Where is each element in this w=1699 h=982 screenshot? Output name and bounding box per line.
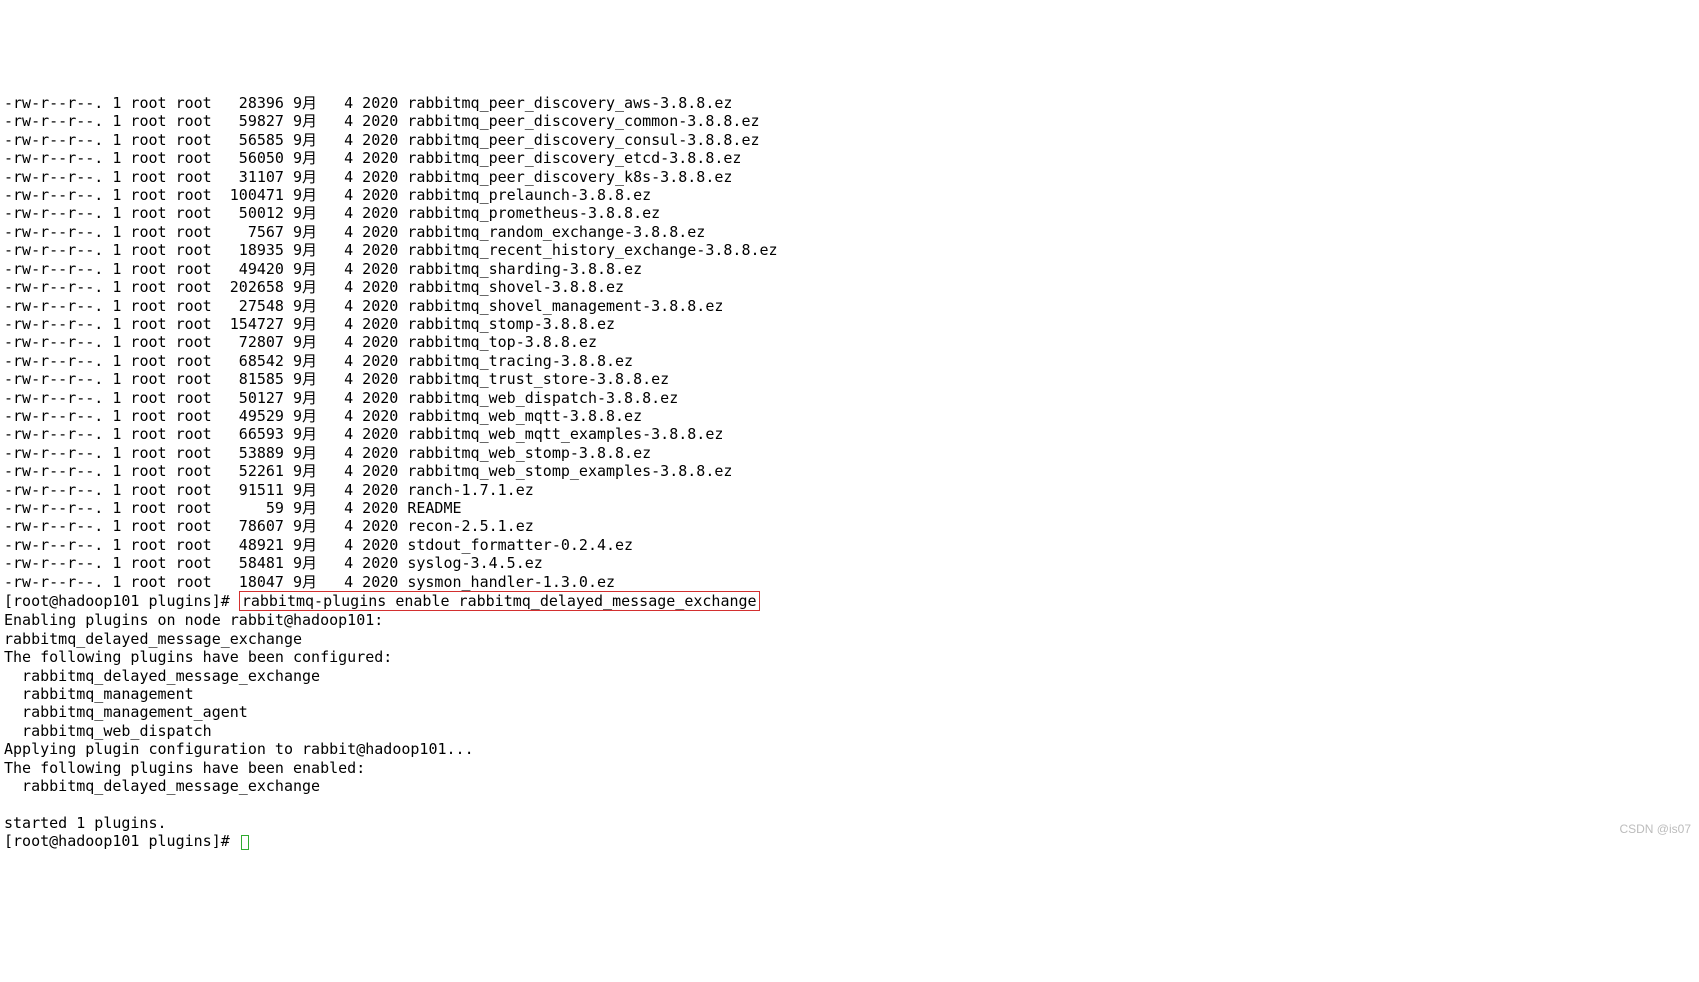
ls-row: -rw-r--r--. 1 root root 56050 9月 4 2020 … bbox=[4, 149, 1695, 167]
ls-row: -rw-r--r--. 1 root root 66593 9月 4 2020 … bbox=[4, 425, 1695, 443]
ls-row: -rw-r--r--. 1 root root 31107 9月 4 2020 … bbox=[4, 168, 1695, 186]
ls-row: -rw-r--r--. 1 root root 7567 9月 4 2020 r… bbox=[4, 223, 1695, 241]
output-line: The following plugins have been enabled: bbox=[4, 759, 1695, 777]
ls-row: -rw-r--r--. 1 root root 18047 9月 4 2020 … bbox=[4, 573, 1695, 591]
ls-row: -rw-r--r--. 1 root root 50012 9月 4 2020 … bbox=[4, 204, 1695, 222]
ls-row: -rw-r--r--. 1 root root 53889 9月 4 2020 … bbox=[4, 444, 1695, 462]
ls-row: -rw-r--r--. 1 root root 91511 9月 4 2020 … bbox=[4, 481, 1695, 499]
cursor-icon bbox=[241, 835, 249, 850]
terminal-output[interactable]: -rw-r--r--. 1 root root 28396 9月 4 2020 … bbox=[0, 92, 1699, 853]
output-line: The following plugins have been configur… bbox=[4, 648, 1695, 666]
output-line: rabbitmq_management_agent bbox=[4, 703, 1695, 721]
ls-row: -rw-r--r--. 1 root root 68542 9月 4 2020 … bbox=[4, 352, 1695, 370]
ls-row: -rw-r--r--. 1 root root 72807 9月 4 2020 … bbox=[4, 333, 1695, 351]
ls-row: -rw-r--r--. 1 root root 28396 9月 4 2020 … bbox=[4, 94, 1695, 112]
shell-prompt-line: [root@hadoop101 plugins]# rabbitmq-plugi… bbox=[4, 591, 1695, 611]
ls-row: -rw-r--r--. 1 root root 100471 9月 4 2020… bbox=[4, 186, 1695, 204]
ls-row: -rw-r--r--. 1 root root 59827 9月 4 2020 … bbox=[4, 112, 1695, 130]
output-line: started 1 plugins. bbox=[4, 814, 1695, 832]
output-line: Enabling plugins on node rabbit@hadoop10… bbox=[4, 611, 1695, 629]
ls-row: -rw-r--r--. 1 root root 49529 9月 4 2020 … bbox=[4, 407, 1695, 425]
ls-row: -rw-r--r--. 1 root root 50127 9月 4 2020 … bbox=[4, 389, 1695, 407]
output-line: rabbitmq_management bbox=[4, 685, 1695, 703]
ls-row: -rw-r--r--. 1 root root 202658 9月 4 2020… bbox=[4, 278, 1695, 296]
ls-row: -rw-r--r--. 1 root root 49420 9月 4 2020 … bbox=[4, 260, 1695, 278]
ls-row: -rw-r--r--. 1 root root 154727 9月 4 2020… bbox=[4, 315, 1695, 333]
highlighted-command: rabbitmq-plugins enable rabbitmq_delayed… bbox=[239, 591, 760, 611]
output-line: rabbitmq_delayed_message_exchange bbox=[4, 667, 1695, 685]
output-line: rabbitmq_delayed_message_exchange bbox=[4, 630, 1695, 648]
shell-prompt: [root@hadoop101 plugins]# bbox=[4, 832, 239, 850]
ls-row: -rw-r--r--. 1 root root 58481 9月 4 2020 … bbox=[4, 554, 1695, 572]
output-line bbox=[4, 795, 1695, 813]
output-line: Applying plugin configuration to rabbit@… bbox=[4, 740, 1695, 758]
watermark: CSDN @is07 bbox=[1619, 820, 1691, 838]
output-line: rabbitmq_web_dispatch bbox=[4, 722, 1695, 740]
output-line: rabbitmq_delayed_message_exchange bbox=[4, 777, 1695, 795]
ls-row: -rw-r--r--. 1 root root 52261 9月 4 2020 … bbox=[4, 462, 1695, 480]
ls-row: -rw-r--r--. 1 root root 81585 9月 4 2020 … bbox=[4, 370, 1695, 388]
ls-row: -rw-r--r--. 1 root root 27548 9月 4 2020 … bbox=[4, 297, 1695, 315]
ls-row: -rw-r--r--. 1 root root 18935 9月 4 2020 … bbox=[4, 241, 1695, 259]
ls-row: -rw-r--r--. 1 root root 48921 9月 4 2020 … bbox=[4, 536, 1695, 554]
ls-row: -rw-r--r--. 1 root root 59 9月 4 2020 REA… bbox=[4, 499, 1695, 517]
ls-row: -rw-r--r--. 1 root root 78607 9月 4 2020 … bbox=[4, 517, 1695, 535]
shell-prompt: [root@hadoop101 plugins]# bbox=[4, 592, 239, 610]
shell-prompt-line[interactable]: [root@hadoop101 plugins]# bbox=[4, 832, 1695, 850]
ls-row: -rw-r--r--. 1 root root 56585 9月 4 2020 … bbox=[4, 131, 1695, 149]
